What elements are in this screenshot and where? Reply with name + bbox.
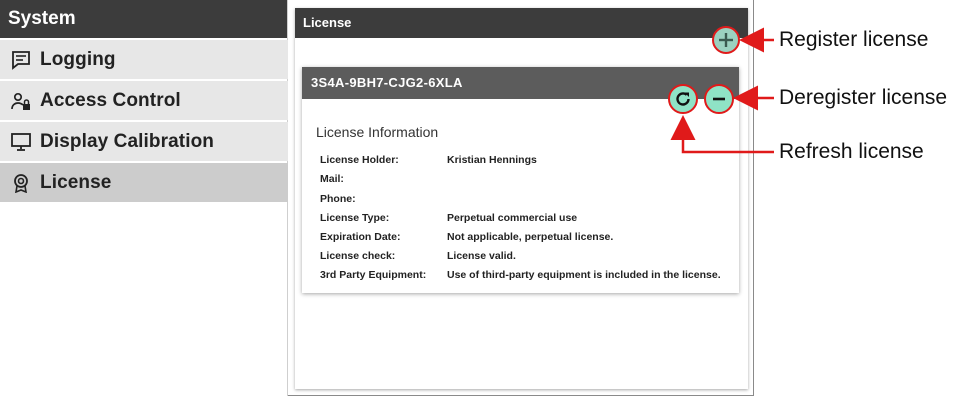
register-license-button[interactable]: [712, 26, 740, 54]
deregister-license-button[interactable]: [704, 84, 734, 114]
sidebar: System Logging Access Control Display Ca…: [0, 0, 288, 396]
sidebar-header: System: [0, 0, 287, 38]
minus-icon: [710, 90, 728, 108]
sidebar-item-label: Logging: [40, 48, 116, 70]
sidebar-item-label: License: [40, 171, 112, 193]
info-value: Not applicable, perpetual license.: [447, 231, 614, 243]
sidebar-item-license[interactable]: License: [0, 163, 288, 202]
refresh-icon: [674, 90, 692, 108]
info-label: Mail:: [320, 173, 344, 185]
sidebar-item-display-calibration[interactable]: Display Calibration: [0, 122, 288, 161]
message-icon: [10, 49, 32, 71]
badge-icon: [10, 172, 32, 194]
refresh-license-button[interactable]: [668, 84, 698, 114]
info-value: Perpetual commercial use: [447, 212, 578, 224]
info-label: Phone:: [320, 193, 356, 205]
info-value: Kristian Hennings: [447, 154, 537, 166]
panel-title: License: [295, 8, 748, 38]
refresh-annotation: Refresh license: [779, 140, 924, 163]
license-info-title: License Information: [316, 124, 439, 140]
sidebar-item-access-control[interactable]: Access Control: [0, 81, 288, 120]
sidebar-item-label: Access Control: [40, 89, 181, 111]
info-label: 3rd Party Equipment:: [320, 269, 427, 281]
info-label: License Holder:: [320, 154, 399, 166]
deregister-annotation: Deregister license: [779, 86, 948, 109]
register-annotation: Register license: [779, 28, 929, 51]
sidebar-item-label: Display Calibration: [40, 130, 214, 152]
info-value: License valid.: [447, 250, 516, 262]
info-value: Use of third-party equipment is included…: [447, 269, 721, 281]
plus-icon: [717, 31, 735, 49]
info-label: License check:: [320, 250, 396, 262]
monitor-icon: [10, 131, 32, 153]
info-label: License Type:: [320, 212, 390, 224]
sidebar-item-logging[interactable]: Logging: [0, 40, 288, 79]
info-label: Expiration Date:: [320, 231, 401, 243]
user-lock-icon: [10, 90, 32, 112]
